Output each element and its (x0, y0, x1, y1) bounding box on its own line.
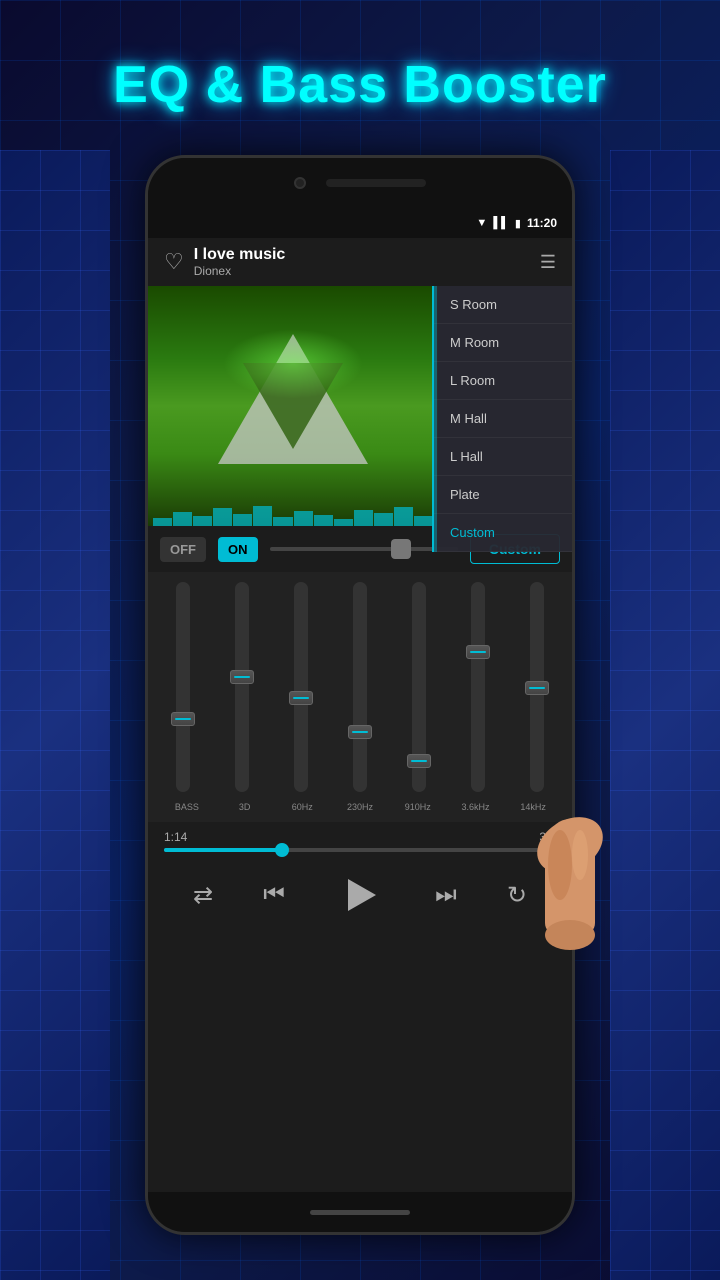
phone-camera (294, 177, 306, 189)
eq-channel-14khz (509, 582, 564, 797)
repeat-button[interactable]: ↻ (507, 881, 527, 910)
eq-bar-1 (153, 518, 172, 526)
previous-button[interactable]: ⏮ (263, 881, 285, 909)
eq-bar-3 (193, 516, 212, 526)
current-time: 1:14 (164, 830, 187, 844)
battery-icon: ▮ (515, 217, 521, 230)
910hz-slider[interactable] (412, 582, 426, 792)
progress-times: 1:14 3:5 (164, 830, 556, 844)
eq-area: BASS 3D 60Hz 230Hz 910Hz 3.6kHz 14kHz (148, 572, 572, 822)
status-bar: ▼ ▌▌ ▮ 11:20 (148, 208, 572, 238)
phone-top-bar (148, 158, 572, 208)
app-title: EQ & Bass Booster (0, 55, 720, 115)
eq-bar-5 (233, 514, 252, 526)
bass-slider-thumb[interactable] (171, 712, 195, 726)
on-button[interactable]: ON (218, 537, 258, 562)
230hz-slider[interactable] (353, 582, 367, 792)
label-14khz: 14kHz (504, 802, 562, 812)
play-button[interactable] (335, 870, 385, 920)
preset-l-room[interactable]: L Room (434, 362, 572, 400)
album-art (148, 286, 438, 526)
left-decoration (0, 150, 110, 1280)
label-230hz: 230Hz (331, 802, 389, 812)
eq-bar-8 (294, 511, 313, 526)
eq-channel-3d (215, 582, 270, 797)
preset-dropdown: S Room M Room L Room M Hall L Hall Plate… (432, 286, 572, 552)
eq-bar-7 (273, 517, 292, 526)
14khz-slider[interactable] (530, 582, 544, 792)
equalizer-bars (148, 501, 438, 526)
label-3_6khz: 3.6kHz (447, 802, 505, 812)
album-glow (223, 329, 363, 399)
eq-channel-910hz (391, 582, 446, 797)
reverb-slider-thumb[interactable] (391, 539, 411, 559)
dropdown-divider (434, 286, 437, 552)
phone-screen: ▼ ▌▌ ▮ 11:20 ♡ I love music Dionex ☰ (148, 208, 572, 1192)
label-bass: BASS (158, 802, 216, 812)
eq-bar-13 (394, 507, 413, 526)
signal-icon: ▌▌ (493, 217, 509, 229)
home-bar (310, 1210, 410, 1215)
label-60hz: 60Hz (273, 802, 331, 812)
3d-slider[interactable] (235, 582, 249, 792)
3d-slider-thumb[interactable] (230, 670, 254, 684)
preset-m-room[interactable]: M Room (434, 324, 572, 362)
preset-plate[interactable]: Plate (434, 476, 572, 514)
progress-fill (164, 848, 282, 852)
eq-bar-12 (374, 513, 393, 526)
progress-area: 1:14 3:5 (148, 822, 572, 856)
60hz-slider[interactable] (294, 582, 308, 792)
3_6khz-slider[interactable] (471, 582, 485, 792)
phone-bottom-bar (148, 1192, 572, 1232)
status-time: 11:20 (527, 216, 557, 230)
bass-slider[interactable] (176, 582, 190, 792)
reverb-slider-track[interactable] (270, 547, 458, 551)
label-910hz: 910Hz (389, 802, 447, 812)
eq-channel-60hz (274, 582, 329, 797)
menu-icon[interactable]: ☰ (540, 252, 556, 273)
eq-labels: BASS 3D 60Hz 230Hz 910Hz 3.6kHz 14kHz (156, 802, 564, 812)
song-text: I love music Dionex (194, 246, 540, 278)
preset-s-room[interactable]: S Room (434, 286, 572, 324)
3_6khz-slider-thumb[interactable] (466, 645, 490, 659)
eq-sliders (156, 582, 564, 802)
eq-bar-2 (173, 512, 192, 526)
preset-custom[interactable]: Custom (434, 514, 572, 552)
eq-bar-6 (253, 506, 272, 526)
eq-channel-3_6khz (450, 582, 505, 797)
preset-l-hall[interactable]: L Hall (434, 438, 572, 476)
shuffle-button[interactable]: ⇄ (193, 881, 213, 910)
14khz-slider-thumb[interactable] (525, 681, 549, 695)
progress-bar[interactable] (164, 848, 556, 852)
preset-m-hall[interactable]: M Hall (434, 400, 572, 438)
favorite-icon[interactable]: ♡ (164, 249, 184, 275)
910hz-slider-thumb[interactable] (407, 754, 431, 768)
eq-bar-11 (354, 510, 373, 526)
controls-row: ⇄ ⏮ ⏭ ↻ (148, 856, 572, 934)
next-button[interactable]: ⏭ (435, 881, 457, 909)
progress-dot[interactable] (275, 843, 289, 857)
eq-bar-10 (334, 519, 353, 526)
eq-bar-14 (414, 516, 433, 526)
60hz-slider-thumb[interactable] (289, 691, 313, 705)
total-time: 3:5 (539, 830, 556, 844)
song-info-row: ♡ I love music Dionex ☰ (148, 238, 572, 286)
phone-speaker (326, 179, 426, 187)
230hz-slider-thumb[interactable] (348, 725, 372, 739)
main-content: S Room M Room L Room M Hall L Hall Plate… (148, 286, 572, 526)
eq-channel-230hz (333, 582, 388, 797)
right-decoration (610, 150, 720, 1280)
eq-bar-4 (213, 508, 232, 526)
eq-bar-9 (314, 515, 333, 526)
off-button[interactable]: OFF (160, 537, 206, 562)
song-artist: Dionex (194, 264, 540, 278)
wifi-icon: ▼ (476, 217, 487, 229)
label-3d: 3D (216, 802, 274, 812)
phone-shell: ▼ ▌▌ ▮ 11:20 ♡ I love music Dionex ☰ (145, 155, 575, 1235)
song-title: I love music (194, 246, 540, 264)
eq-channel-bass (156, 582, 211, 797)
play-icon (348, 879, 376, 911)
